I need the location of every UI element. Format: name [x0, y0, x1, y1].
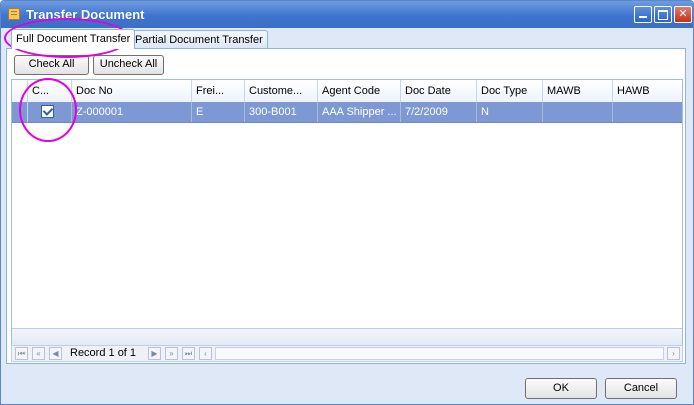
cell-hawb — [613, 102, 682, 122]
cell-doc-date: 7/2/2009 — [401, 102, 477, 122]
cell-doc-type: N — [477, 102, 543, 122]
column-header-customer[interactable]: Custome... — [245, 80, 318, 102]
scroll-left-icon[interactable]: ‹ — [199, 347, 212, 360]
close-button[interactable]: ✕ — [674, 6, 692, 23]
cell-agent-code: AAA Shipper ... — [318, 102, 401, 122]
table-row[interactable]: Z-000001 E 300-B001 AAA Shipper ... 7/2/… — [12, 102, 682, 123]
column-header-doc-no[interactable]: Doc No — [72, 80, 192, 102]
cell-mawb — [543, 102, 613, 122]
column-header-doc-type[interactable]: Doc Type — [477, 80, 543, 102]
maximize-icon — [658, 10, 668, 20]
annotation-circle-checkbox — [19, 78, 77, 142]
check-all-button[interactable]: Check All — [14, 55, 89, 75]
next-icon[interactable]: ▶ — [148, 347, 161, 360]
grid-header: C... Doc No Frei... Custome... Agent Cod… — [12, 80, 682, 103]
column-header-doc-date[interactable]: Doc Date — [401, 80, 477, 102]
scroll-right-icon[interactable]: › — [667, 347, 680, 360]
last-icon[interactable]: ⏭ — [182, 347, 195, 360]
record-navigator: ⏮ « ◀ Record 1 of 1 ▶ » ⏭ ‹ › — [11, 345, 683, 362]
transfer-document-window: Transfer Document ✕ Full Document Transf… — [0, 0, 694, 405]
minimize-button[interactable] — [634, 6, 652, 23]
minimize-icon — [639, 16, 647, 18]
tab-panel: Check All Uncheck All C... Doc No Frei..… — [6, 48, 686, 364]
cell-doc-no: Z-000001 — [72, 102, 192, 122]
cancel-button[interactable]: Cancel — [605, 378, 677, 399]
record-count: Record 1 of 1 — [70, 347, 137, 359]
column-header-freight[interactable]: Frei... — [192, 80, 245, 102]
document-icon — [8, 8, 20, 20]
maximize-button[interactable] — [654, 6, 672, 23]
uncheck-all-button[interactable]: Uncheck All — [93, 55, 164, 75]
first-icon[interactable]: ⏮ — [15, 347, 28, 360]
cell-customer: 300-B001 — [245, 102, 318, 122]
prev-icon[interactable]: ◀ — [49, 347, 62, 360]
horizontal-scrollbar[interactable] — [215, 347, 664, 360]
tab-partial-document-transfer[interactable]: Partial Document Transfer — [130, 30, 268, 49]
next-page-icon[interactable]: » — [165, 347, 178, 360]
document-grid: C... Doc No Frei... Custome... Agent Cod… — [11, 79, 683, 361]
column-header-agent-code[interactable]: Agent Code — [318, 80, 401, 102]
column-header-hawb[interactable]: HAWB — [613, 80, 682, 102]
tab-full-document-transfer[interactable]: Full Document Transfer — [11, 29, 136, 49]
prev-page-icon[interactable]: « — [32, 347, 45, 360]
ok-button[interactable]: OK — [525, 378, 597, 399]
close-icon: ✕ — [678, 8, 688, 20]
cell-freight: E — [192, 102, 245, 122]
column-header-mawb[interactable]: MAWB — [543, 80, 613, 102]
